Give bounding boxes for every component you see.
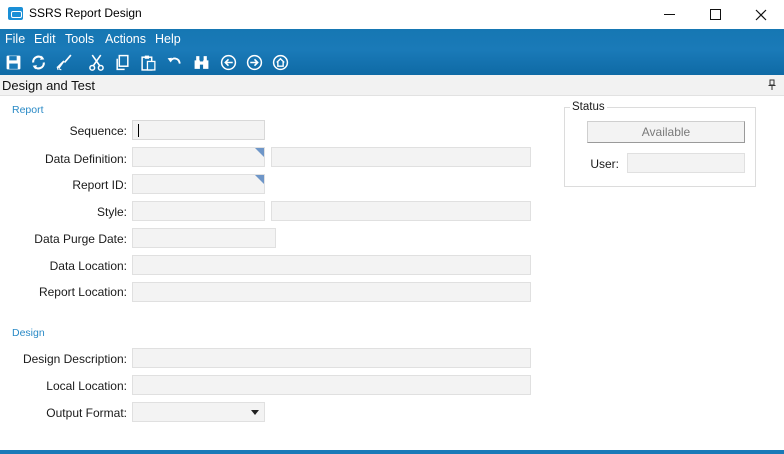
status-title: Status [570,101,607,113]
design-description-input[interactable] [132,348,531,368]
search-icon [194,56,209,69]
paste-button[interactable] [139,53,158,72]
home-button[interactable] [271,53,290,72]
data-purge-date-label: Data Purge Date: [34,232,127,246]
text-caret [138,124,139,137]
cut-icon [89,54,104,71]
menu-bar: File Edit Tools Actions Help [0,29,784,50]
output-format-select[interactable] [132,402,265,422]
forward-button[interactable] [245,53,264,72]
data-location-input[interactable] [132,255,531,275]
save-button[interactable] [4,53,23,72]
paste-icon [141,55,156,71]
undo-button[interactable] [165,53,184,72]
minimize-icon [663,14,675,15]
data-location-label: Data Location: [49,259,127,273]
close-button[interactable] [738,0,784,29]
form-content: Report Sequence: Data Definition: Report… [0,96,784,450]
save-icon [6,55,21,70]
undo-icon [167,57,181,64]
clear-icon [56,54,72,71]
menu-actions[interactable]: Actions [105,32,146,46]
menu-file[interactable]: File [5,32,25,46]
cut-button[interactable] [87,53,106,72]
sequence-label: Sequence: [69,124,127,138]
available-button[interactable]: Available [587,121,745,143]
search-flag-icon [255,175,264,184]
app-icon [8,7,23,20]
menu-help[interactable]: Help [155,32,181,46]
home-icon [272,54,289,71]
style-label: Style: [96,205,127,219]
user-field [627,153,745,173]
window-title: SSRS Report Design [29,6,142,20]
clear-button[interactable] [55,53,74,72]
refresh-icon [32,55,45,70]
maximize-icon [709,9,721,20]
report-location-input[interactable] [132,282,531,302]
section-design-label: Design [12,327,45,339]
find-button[interactable] [192,53,211,72]
data-purge-date-input[interactable] [132,228,276,248]
sequence-input[interactable] [132,120,265,140]
minimize-button[interactable] [646,0,692,29]
local-location-input[interactable] [132,375,531,395]
back-icon [220,54,237,71]
refresh-button[interactable] [29,53,48,72]
pin-icon[interactable] [767,79,777,91]
style-description-field [271,201,531,221]
back-button[interactable] [219,53,238,72]
output-format-label: Output Format: [46,406,127,420]
section-report-label: Report [12,104,44,116]
panel-title: Design and Test [2,78,95,93]
toolbar [0,50,784,75]
status-group [564,107,756,187]
report-location-label: Report Location: [38,285,127,299]
data-definition-description-field [271,147,531,167]
copy-icon [116,54,129,71]
copy-button[interactable] [113,53,132,72]
menu-edit[interactable]: Edit [34,32,56,46]
style-input[interactable] [132,201,265,221]
chevron-down-icon [251,410,259,415]
search-flag-icon [255,148,264,157]
user-label: User: [590,157,619,171]
design-description-label: Design Description: [22,352,127,366]
local-location-label: Local Location: [46,379,127,393]
data-definition-input[interactable] [132,147,265,167]
maximize-button[interactable] [692,0,738,29]
data-definition-label: Data Definition: [44,152,127,166]
close-icon [755,9,767,20]
forward-icon [246,54,263,71]
panel-header: Design and Test [0,75,784,96]
title-bar: SSRS Report Design [0,0,784,29]
bottom-accent-bar [0,450,784,454]
report-id-input[interactable] [132,174,265,194]
menu-tools[interactable]: Tools [65,32,94,46]
report-id-label: Report ID: [72,178,127,192]
